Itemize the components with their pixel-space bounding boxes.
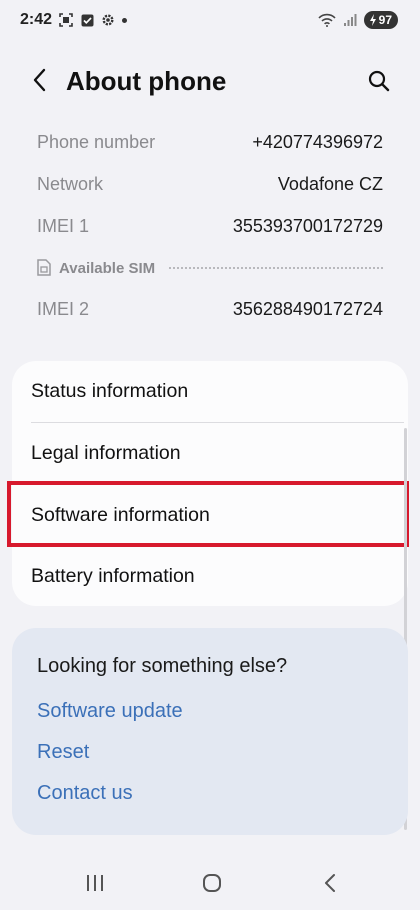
status-time: 2:42 bbox=[20, 11, 53, 28]
home-button[interactable] bbox=[197, 872, 227, 898]
search-button[interactable] bbox=[364, 68, 394, 98]
recent-apps-button[interactable] bbox=[80, 872, 110, 898]
nav-back-button[interactable] bbox=[315, 872, 345, 898]
battery-icon: 97 bbox=[363, 11, 398, 29]
back-icon bbox=[323, 873, 337, 898]
menu-item-label: Legal information bbox=[31, 441, 181, 464]
back-button[interactable] bbox=[26, 68, 54, 96]
battery-level: 97 bbox=[378, 13, 392, 27]
legal-information-item[interactable]: Legal information bbox=[12, 423, 408, 483]
screenshot-icon bbox=[59, 13, 73, 27]
signal-icon bbox=[343, 13, 357, 27]
info-label: IMEI 1 bbox=[37, 215, 90, 236]
status-right: 97 bbox=[318, 11, 398, 29]
info-value: 355393700172729 bbox=[232, 215, 383, 236]
info-row-phone-number: Phone number +420774396972 bbox=[37, 120, 383, 164]
back-arrow-icon bbox=[32, 68, 48, 97]
suggestions-title: Looking for something else? bbox=[37, 655, 288, 677]
status-bar: 2:42 97 bbox=[0, 0, 420, 40]
reset-link[interactable]: Reset bbox=[37, 741, 89, 764]
menu-item-label: Software information bbox=[31, 503, 210, 526]
navigation-bar bbox=[0, 860, 420, 910]
status-information-item[interactable]: Status information bbox=[12, 361, 408, 421]
sim-label: Available SIM bbox=[59, 259, 156, 277]
page-title: About phone bbox=[66, 66, 227, 96]
info-value: 356288490172724 bbox=[232, 298, 383, 319]
checkbox-icon bbox=[80, 13, 94, 27]
notification-dot-icon bbox=[122, 17, 128, 23]
recent-apps-icon bbox=[85, 874, 105, 897]
menu-item-label: Status information bbox=[31, 379, 189, 402]
software-information-item[interactable]: Software information bbox=[12, 485, 408, 545]
info-label: IMEI 2 bbox=[37, 298, 90, 319]
dotted-divider bbox=[169, 267, 383, 269]
info-label: Network bbox=[37, 173, 104, 194]
status-left: 2:42 bbox=[20, 11, 128, 29]
software-update-link[interactable]: Software update bbox=[37, 700, 183, 723]
menu-item-label: Battery information bbox=[31, 564, 195, 587]
info-row-network: Network Vodafone CZ bbox=[37, 162, 383, 206]
info-row-imei-1: IMEI 1 355393700172729 bbox=[37, 204, 383, 248]
suggestions-card: Looking for something else? Software upd… bbox=[12, 628, 408, 835]
info-value: Vodafone CZ bbox=[277, 173, 383, 194]
app-header: About phone bbox=[0, 56, 420, 110]
info-value: +420774396972 bbox=[252, 131, 383, 152]
info-label: Phone number bbox=[37, 131, 156, 152]
info-row-imei-2: IMEI 2 356288490172724 bbox=[37, 287, 383, 331]
wifi-icon bbox=[318, 13, 336, 27]
info-menu-card: Status information Legal information Sof… bbox=[12, 361, 408, 606]
search-icon bbox=[368, 70, 390, 97]
sim-card-icon bbox=[37, 259, 53, 277]
home-icon bbox=[202, 873, 222, 898]
available-sim-row: Available SIM bbox=[37, 257, 383, 279]
battery-information-item[interactable]: Battery information bbox=[12, 546, 408, 606]
contact-us-link[interactable]: Contact us bbox=[37, 782, 133, 805]
settings-gear-icon bbox=[101, 13, 115, 27]
